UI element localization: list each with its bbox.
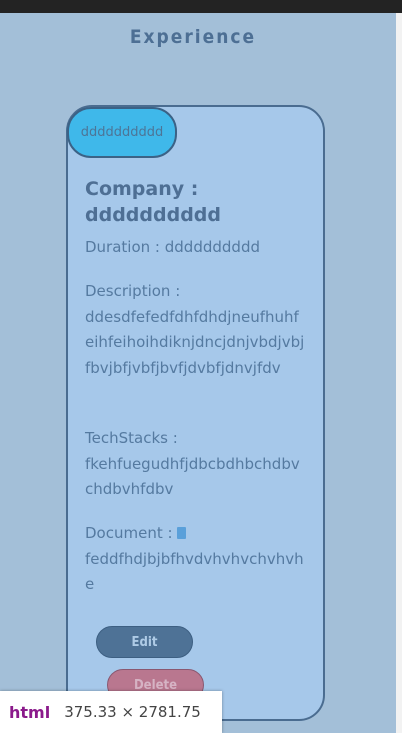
document-value: feddfhdjbjbfhvdvhvhvchvhvhe — [85, 549, 304, 594]
experience-badge: dddddddddd — [67, 107, 177, 158]
duration-label: Duration : — [85, 238, 160, 256]
devtools-element-size: 375.33 × 2781.75 — [64, 703, 201, 721]
techstacks-field: TechStacks : fkehfuegudhfjdbcbdhbchdbvch… — [85, 426, 305, 503]
company-field: Company : dddddddddd — [85, 176, 305, 228]
company-label: Company : — [85, 178, 199, 200]
section-heading: Experience — [129, 26, 257, 48]
description-label: Description : — [85, 282, 181, 300]
duration-field: Duration : dddddddddd — [85, 235, 305, 261]
techstacks-value: fkehfuegudhfjdbcbdhbchdbvchdbvhfdbv — [85, 454, 300, 499]
duration-value: dddddddddd — [164, 238, 260, 256]
devtools-element-tooltip: html 375.33 × 2781.75 — [0, 691, 222, 733]
document-field: Document : feddfhdjbjbfhvdvhvhvchvhvhe — [85, 521, 305, 598]
document-label: Document : — [85, 524, 173, 542]
browser-top-bar — [0, 0, 402, 13]
edit-button[interactable]: Edit — [96, 626, 193, 658]
devtools-tag-name: html — [9, 702, 51, 722]
scrollbar-track[interactable] — [396, 13, 402, 733]
techstacks-label: TechStacks : — [85, 429, 178, 447]
company-value: dddddddddd — [85, 204, 222, 226]
description-value: ddesdfefedfdhfdhdjneufhuhfeihfeihoihdikn… — [85, 307, 305, 377]
description-field: Description : ddesdfefedfdhfdhdjneufhuhf… — [85, 279, 305, 381]
document-icon[interactable] — [176, 527, 186, 539]
